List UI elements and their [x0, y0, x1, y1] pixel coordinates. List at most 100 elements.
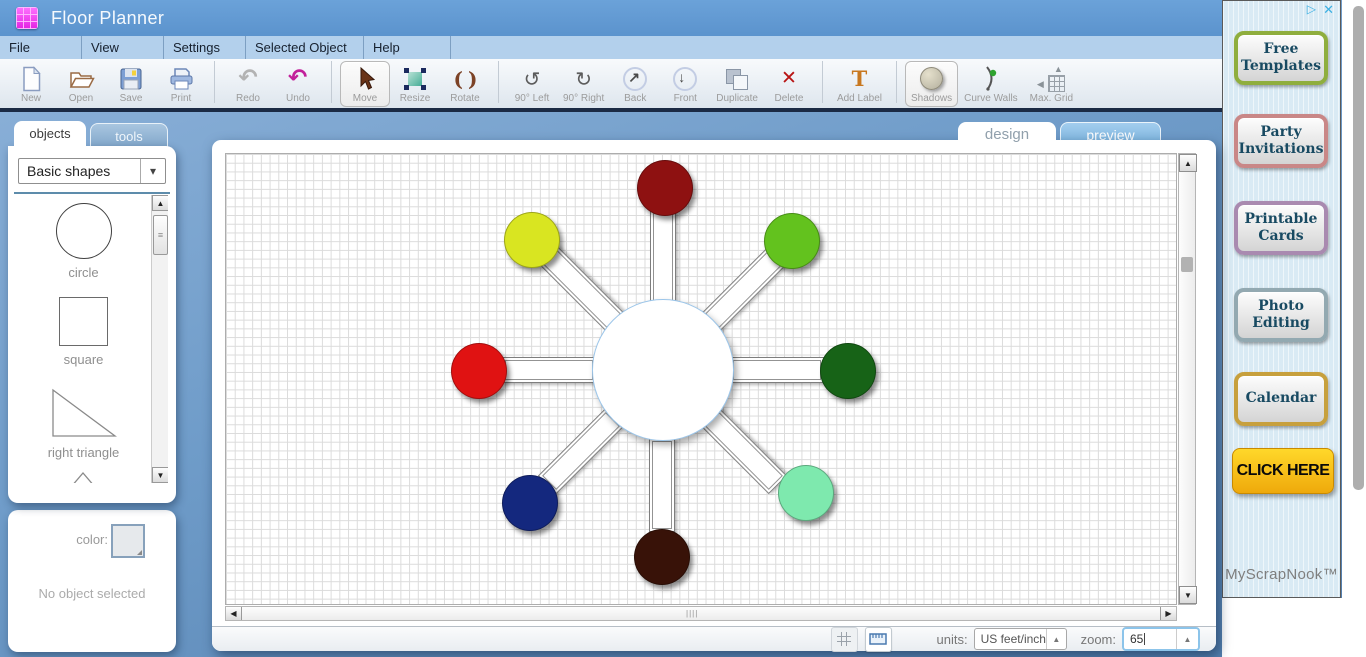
toolbar-bottom-edge	[0, 108, 1222, 112]
rotate-90-left-button[interactable]: ↺ 90° Left	[507, 61, 557, 107]
units-dropdown[interactable]: US feet/inch ▲	[973, 628, 1067, 650]
rotate-90-right-button[interactable]: ↻ 90° Right	[557, 61, 610, 107]
rotate-left-icon: ↺	[523, 66, 541, 91]
canvas-panel: ▲ ▼ ◀ |||| ▶ units: US feet/inch ▲ zoom:…	[212, 140, 1216, 652]
ad-close-icon[interactable]: ✕	[1323, 2, 1334, 18]
shape-category-dropdown[interactable]: Basic shapes ▾	[18, 158, 166, 184]
toolbar-separator	[214, 61, 215, 103]
shape-item-partial[interactable]	[16, 471, 151, 483]
center-room-circle[interactable]	[592, 299, 734, 441]
node-circle-east[interactable]	[820, 343, 876, 399]
move-button[interactable]: Move	[340, 61, 390, 107]
grid-icon	[837, 632, 852, 646]
print-button[interactable]: Print	[156, 61, 206, 107]
new-button[interactable]: New	[6, 61, 56, 107]
scroll-right-button[interactable]: ▶	[1160, 607, 1176, 620]
zoom-input[interactable]: 65 ▲	[1122, 627, 1200, 651]
drawing-area[interactable]	[225, 153, 1177, 605]
rotate-button[interactable]: ( ) Rotate	[440, 61, 490, 107]
shape-item-square[interactable]: square	[16, 297, 151, 367]
scroll-down-button[interactable]: ▼	[1179, 586, 1197, 604]
curve-walls-button[interactable]: Curve Walls	[958, 61, 1024, 107]
duplicate-button[interactable]: Duplicate	[710, 61, 764, 107]
spinner-up-icon: ▲	[1045, 629, 1066, 649]
scrollbar-thumb[interactable]: ≡	[153, 215, 168, 255]
ad-button-photo-editing[interactable]: Photo Editing	[1234, 288, 1328, 342]
grid-toggle-button[interactable]	[830, 626, 858, 652]
scrollbar-grip-icon[interactable]: ||||	[686, 609, 698, 618]
print-icon	[168, 65, 195, 92]
save-floppy-icon	[119, 65, 143, 92]
chevron-down-icon: ▾	[140, 159, 165, 183]
add-label-icon: T	[851, 66, 868, 91]
scrollbar-thumb[interactable]	[1181, 257, 1193, 272]
open-button[interactable]: Open	[56, 61, 106, 107]
undo-button[interactable]: ↷ Undo	[273, 61, 323, 107]
node-circle-northeast[interactable]	[764, 213, 820, 269]
send-back-button[interactable]: ↗ Back	[610, 61, 660, 107]
tab-design[interactable]: design	[958, 122, 1056, 148]
ad-button-party-invitations[interactable]: Party Invitations	[1234, 114, 1328, 168]
canvas-horizontal-scrollbar[interactable]: ◀ |||| ▶	[225, 606, 1177, 621]
shadows-button[interactable]: Shadows	[905, 61, 959, 107]
ad-button-free-templates[interactable]: Free Templates	[1234, 31, 1328, 85]
menu-settings[interactable]: Settings	[164, 36, 246, 59]
ad-button-calendar[interactable]: Calendar	[1234, 372, 1328, 426]
objects-panel: Basic shapes ▾ circle square right trian…	[8, 146, 176, 503]
node-circle-west[interactable]	[451, 343, 507, 399]
menu-file[interactable]: File	[0, 36, 82, 59]
wall-east[interactable]	[730, 357, 824, 383]
bring-front-button[interactable]: ↓ Front	[660, 61, 710, 107]
curve-walls-icon	[982, 65, 1000, 92]
shape-list-scrollbar[interactable]: ▲ ≡ ▼	[151, 195, 168, 483]
scroll-down-button[interactable]: ▼	[152, 467, 168, 483]
node-circle-northwest[interactable]	[504, 212, 560, 268]
add-label-button[interactable]: T Add Label	[831, 61, 888, 107]
new-file-icon	[20, 65, 42, 92]
units-label: units:	[936, 631, 968, 647]
wall-southwest[interactable]	[537, 407, 625, 495]
scroll-left-button[interactable]: ◀	[226, 607, 242, 620]
save-button[interactable]: Save	[106, 61, 156, 107]
color-swatch[interactable]	[111, 524, 145, 558]
wall-north[interactable]	[650, 210, 676, 304]
duplicate-icon	[725, 68, 749, 90]
redo-button[interactable]: ↶ Redo	[223, 61, 273, 107]
redo-icon: ↶	[238, 65, 258, 91]
node-circle-south[interactable]	[634, 529, 690, 585]
menu-view[interactable]: View	[82, 36, 164, 59]
square-shape-icon	[59, 297, 108, 346]
menu-help[interactable]: Help	[364, 36, 451, 59]
right-triangle-shape-icon	[51, 388, 117, 437]
floor-planner-app: Floor Planner File View Settings Selecte…	[0, 0, 1366, 657]
resize-icon	[403, 65, 427, 92]
spinner-up-icon: ▲	[1176, 629, 1198, 649]
shape-item-circle[interactable]: circle	[16, 203, 151, 280]
move-cursor-icon	[355, 65, 375, 92]
node-circle-southeast[interactable]	[778, 465, 834, 521]
ad-click-here-button[interactable]: CLICK HERE	[1232, 448, 1334, 494]
tab-objects[interactable]: objects	[14, 121, 86, 150]
wall-south[interactable]	[649, 438, 675, 532]
wall-west[interactable]	[502, 357, 596, 383]
node-circle-north[interactable]	[637, 160, 693, 216]
scroll-up-button[interactable]: ▲	[152, 195, 168, 211]
menu-selected-object[interactable]: Selected Object	[246, 36, 364, 59]
scroll-up-button[interactable]: ▲	[1179, 154, 1197, 172]
scroll-up-icon: ▲	[1184, 158, 1192, 168]
menu-bar: File View Settings Selected Object Help	[0, 36, 1222, 60]
adchoices-icon[interactable]: ▷	[1307, 2, 1316, 16]
shape-item-right-triangle[interactable]: right triangle	[16, 387, 151, 460]
ruler-toggle-button[interactable]	[864, 626, 892, 652]
canvas-vertical-scrollbar[interactable]: ▲ ▼	[1178, 153, 1197, 605]
resize-button[interactable]: Resize	[390, 61, 440, 107]
max-grid-button[interactable]: ▲ ◀ Max. Grid	[1024, 61, 1079, 107]
wall-southeast[interactable]	[700, 407, 788, 495]
page-background	[1222, 598, 1342, 657]
browser-scrollbar-thumb[interactable]	[1353, 6, 1364, 490]
ad-button-printable-cards[interactable]: Printable Cards	[1234, 201, 1328, 255]
rotate-right-icon: ↻	[575, 66, 592, 91]
delete-button[interactable]: ✕ Delete	[764, 61, 814, 107]
node-circle-southwest[interactable]	[502, 475, 558, 531]
app-title: Floor Planner	[51, 7, 165, 28]
